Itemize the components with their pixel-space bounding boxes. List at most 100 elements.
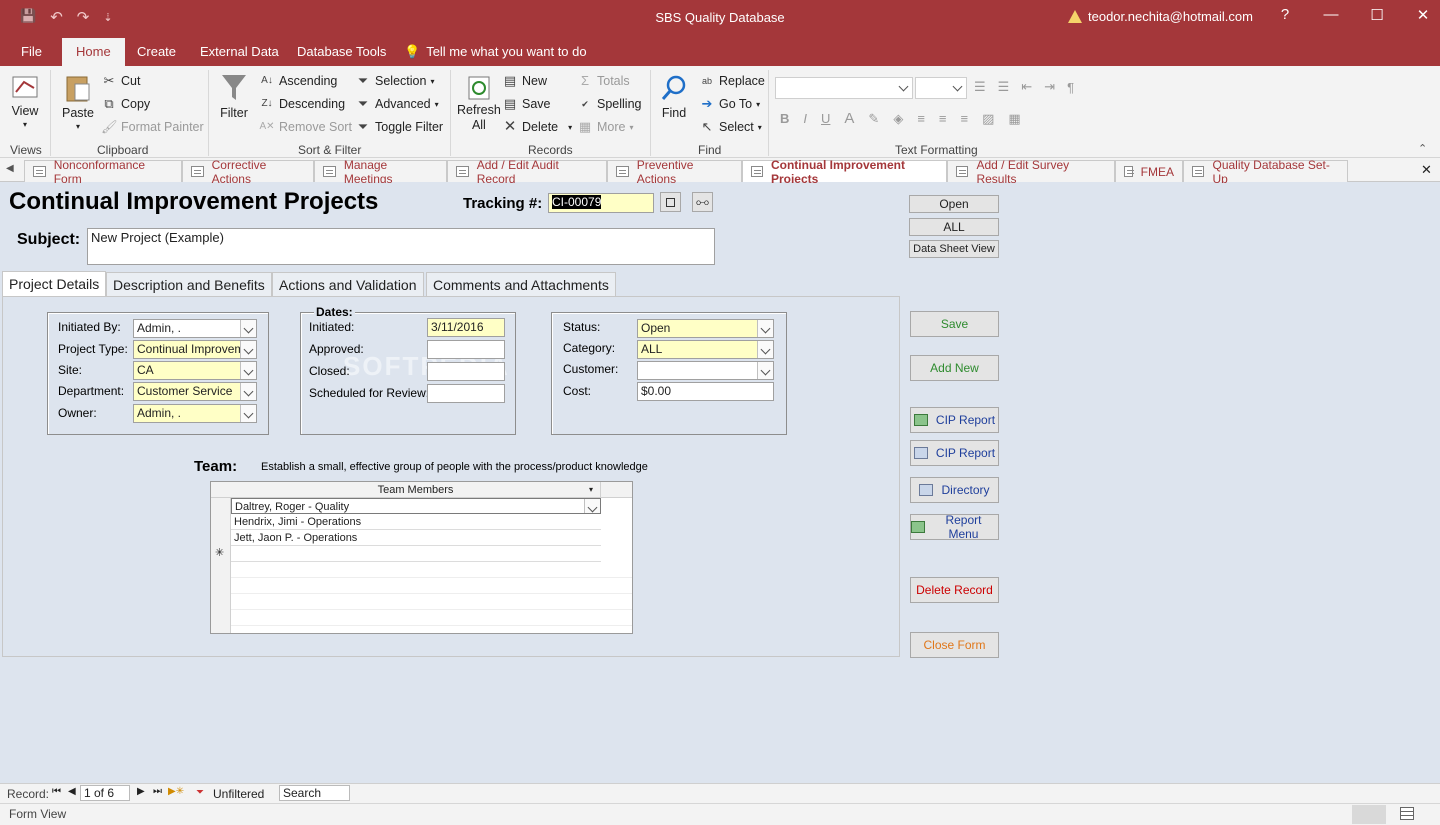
directory-button[interactable]: Directory — [910, 477, 999, 503]
chevron-down-icon[interactable] — [584, 499, 600, 513]
next-record-icon[interactable]: ▶ — [137, 786, 145, 797]
background-image-icon[interactable]: ▨ — [982, 111, 994, 127]
goto-button[interactable]: ➔ Go To ▾ — [699, 96, 761, 112]
chevron-down-icon[interactable] — [240, 383, 256, 400]
cip-report-button[interactable]: CIP Report — [910, 407, 999, 433]
closed-date-field[interactable] — [427, 362, 505, 381]
save-button[interactable]: Save — [910, 311, 999, 337]
fill-color-icon[interactable]: ◈ — [893, 111, 903, 127]
cip-report-print-button[interactable]: CIP Report — [910, 440, 999, 466]
font-size-combo[interactable] — [915, 77, 967, 99]
copy-button[interactable]: ⧉ Copy — [101, 96, 150, 112]
select-record-button[interactable] — [660, 192, 681, 212]
customer-combo[interactable] — [637, 361, 774, 380]
highlight-icon[interactable]: ✎ — [868, 111, 879, 127]
toggle-filter-button[interactable]: ⏷ Toggle Filter — [355, 119, 443, 135]
doc-tab-nonconformance[interactable]: Nonconformance Form — [24, 158, 182, 186]
align-right-icon[interactable]: ≡ — [961, 111, 969, 126]
gridlines-icon[interactable]: ▦ — [1008, 111, 1020, 127]
status-combo[interactable]: Open — [637, 319, 774, 338]
chevron-down-icon[interactable] — [757, 362, 773, 379]
last-record-icon[interactable]: ⏭ — [153, 786, 162, 797]
report-menu-button[interactable]: Report Menu — [910, 513, 999, 541]
minimize-button[interactable]: — — [1308, 6, 1354, 24]
initiated-by-combo[interactable]: Admin, . — [133, 319, 257, 338]
department-combo[interactable]: Customer Service — [133, 382, 257, 401]
save-record-button[interactable]: ▤ Save — [502, 96, 551, 112]
user-account[interactable]: teodor.nechita@hotmail.com — [1068, 9, 1253, 24]
search-input[interactable]: Search — [279, 785, 350, 801]
doc-tab-corrective-actions[interactable]: Corrective Actions — [182, 158, 314, 186]
all-button[interactable]: ALL — [909, 218, 999, 236]
doc-tab-manage-meetings[interactable]: Manage Meetings — [314, 158, 447, 186]
doc-tab-continual-improvement[interactable]: Continual Improvement Projects — [742, 158, 947, 186]
tab-create[interactable]: Create — [137, 44, 176, 59]
totals-button[interactable]: Σ Totals — [577, 73, 630, 89]
chevron-down-icon[interactable] — [240, 320, 256, 337]
tab-comments-attachments[interactable]: Comments and Attachments — [426, 272, 616, 296]
decrease-indent-icon[interactable]: ⇤ — [1021, 79, 1032, 95]
doc-tab-audit-record[interactable]: Add / Edit Audit Record — [447, 158, 607, 186]
remove-sort-button[interactable]: A✕ Remove Sort — [259, 119, 351, 135]
italic-button[interactable]: I — [803, 111, 807, 126]
chevron-down-icon[interactable] — [757, 341, 773, 358]
descending-button[interactable]: Z↓ Descending — [259, 96, 345, 112]
format-painter-button[interactable]: 🖌 Format Painter — [101, 119, 204, 135]
tab-home[interactable]: Home — [62, 38, 125, 66]
bullets-icon[interactable]: ☰ — [974, 79, 986, 95]
chevron-down-icon[interactable] — [757, 320, 773, 337]
find-button[interactable]: Find — [660, 74, 688, 120]
initiated-date-field[interactable]: 3/11/2016 — [427, 318, 505, 337]
form-view-icon[interactable] — [1352, 805, 1386, 824]
delete-record-button[interactable]: Delete Record — [910, 577, 999, 603]
add-new-button[interactable]: Add New — [910, 355, 999, 381]
refresh-all-button[interactable]: Refresh All — [457, 74, 501, 132]
close-window-button[interactable]: ✕ — [1400, 6, 1440, 24]
bold-button[interactable]: B — [780, 111, 789, 126]
view-button[interactable]: View ▾ — [10, 72, 40, 129]
advanced-button[interactable]: ⏷ Advanced ▾ — [355, 96, 439, 112]
delete-record-ribbon-button[interactable]: ✕ Delete ▾ — [502, 119, 572, 135]
category-combo[interactable]: ALL — [637, 340, 774, 359]
filter-status[interactable]: Unfiltered — [213, 787, 264, 801]
select-button[interactable]: ↖ Select ▾ — [699, 119, 762, 135]
new-blank-record-icon[interactable]: ▶✳ — [168, 786, 184, 797]
align-left-icon[interactable]: ≡ — [917, 111, 925, 126]
tab-database-tools[interactable]: Database Tools — [297, 44, 386, 59]
team-member-row[interactable]: Daltrey, Roger - Quality — [231, 498, 601, 514]
align-center-icon[interactable]: ≡ — [939, 111, 947, 126]
review-date-field[interactable] — [427, 384, 505, 403]
approved-date-field[interactable] — [427, 340, 505, 359]
tell-me-box[interactable]: 💡 Tell me what you want to do — [404, 44, 587, 60]
tab-description-benefits[interactable]: Description and Benefits — [106, 272, 272, 296]
doc-tab-survey-results[interactable]: Add / Edit Survey Results — [947, 158, 1115, 186]
data-sheet-view-button[interactable]: Data Sheet View — [909, 240, 999, 258]
underline-button[interactable]: U — [821, 111, 830, 126]
doc-tab-preventive-actions[interactable]: Preventive Actions — [607, 158, 742, 186]
collapse-ribbon-icon[interactable]: ⌃ — [1418, 142, 1427, 155]
numbering-icon[interactable]: ☰ — [998, 79, 1010, 95]
tabs-scroll-left-icon[interactable]: ◀ — [6, 163, 14, 174]
tab-actions-validation[interactable]: Actions and Validation — [272, 272, 424, 296]
doc-tab-setup[interactable]: Quality Database Set-Up — [1183, 158, 1348, 186]
record-position-field[interactable]: 1 of 6 — [80, 785, 130, 801]
open-button[interactable]: Open — [909, 195, 999, 213]
ascending-button[interactable]: A↓ Ascending — [259, 73, 337, 89]
new-record-button[interactable]: ▤ New — [502, 73, 547, 89]
site-combo[interactable]: CA — [133, 361, 257, 380]
increase-indent-icon[interactable]: ⇥ — [1044, 79, 1055, 95]
maximize-button[interactable]: ☐ — [1354, 6, 1400, 24]
column-dropdown-icon[interactable]: ▾ — [589, 485, 593, 494]
first-record-icon[interactable]: ⏮ — [52, 786, 61, 797]
doc-tab-fmea[interactable]: FMEA — [1115, 160, 1183, 182]
filter-button[interactable]: Filter — [220, 72, 248, 120]
paste-button[interactable]: Paste ▾ — [62, 72, 94, 131]
close-form-button[interactable]: Close Form — [910, 632, 999, 658]
tab-external-data[interactable]: External Data — [200, 44, 279, 59]
chevron-down-icon[interactable] — [240, 405, 256, 422]
team-member-row[interactable]: Hendrix, Jimi - Operations — [231, 514, 601, 530]
cost-field[interactable]: $0.00 — [637, 382, 774, 401]
tracking-field[interactable]: CI-00079 — [548, 193, 654, 213]
tab-project-details[interactable]: Project Details — [2, 271, 107, 297]
close-form-tab-icon[interactable]: ✕ — [1421, 162, 1432, 178]
